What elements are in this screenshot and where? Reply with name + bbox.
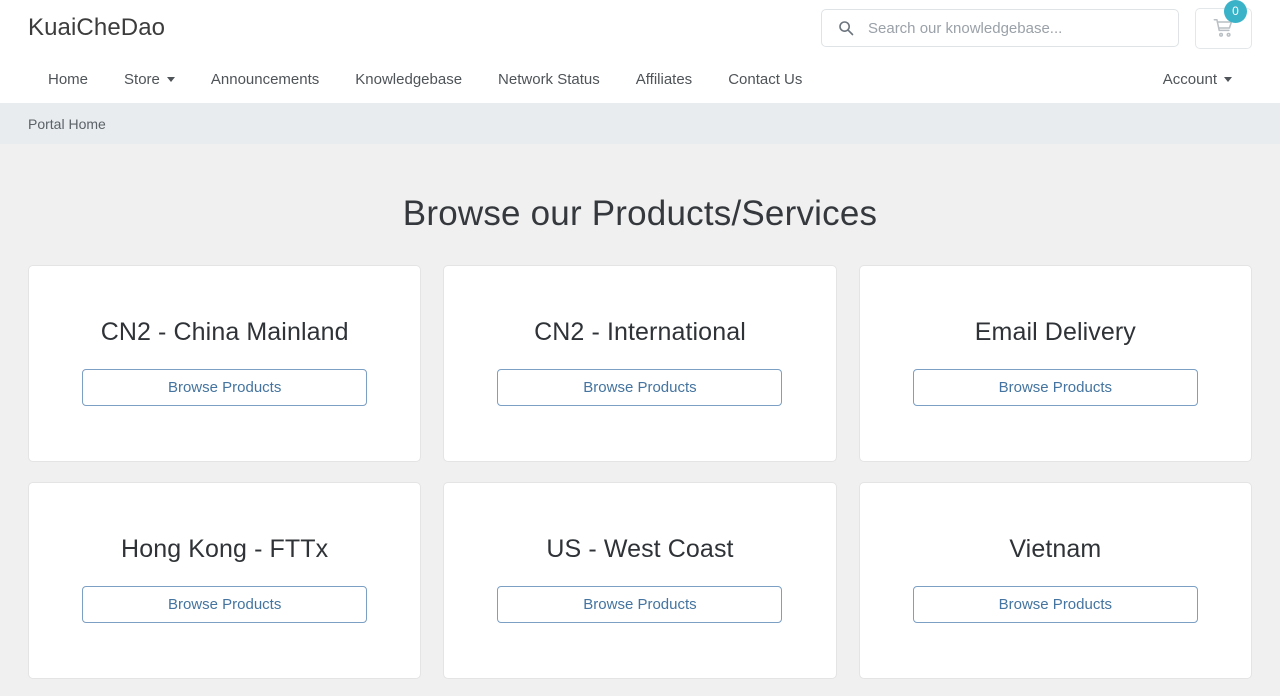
browse-products-button[interactable]: Browse Products — [82, 586, 367, 623]
chevron-down-icon — [1224, 77, 1232, 82]
product-card-title: US - West Coast — [546, 536, 733, 564]
nav-label-knowledgebase: Knowledgebase — [355, 71, 462, 88]
product-card-title: Email Delivery — [975, 319, 1136, 347]
nav-link-store[interactable]: Store — [106, 67, 193, 92]
product-card-title: Hong Kong - FTTx — [121, 536, 328, 564]
nav-link-network-status[interactable]: Network Status — [480, 67, 618, 92]
browse-products-button[interactable]: Browse Products — [497, 369, 782, 406]
nav-item-network-status: Network Status — [480, 67, 618, 92]
header-right-group: 0 — [821, 8, 1252, 49]
nav-link-affiliates[interactable]: Affiliates — [618, 67, 710, 92]
nav-link-announcements[interactable]: Announcements — [193, 67, 337, 92]
browse-products-button[interactable]: Browse Products — [913, 586, 1198, 623]
product-card-title: CN2 - International — [534, 319, 746, 347]
cart-button[interactable]: 0 — [1195, 8, 1252, 49]
browse-products-button[interactable]: Browse Products — [497, 586, 782, 623]
nav-label-affiliates: Affiliates — [636, 71, 692, 88]
product-card-title: CN2 - China Mainland — [101, 319, 349, 347]
brand-logo[interactable]: KuaiCheDao — [28, 16, 165, 40]
product-card[interactable]: Vietnam Browse Products — [859, 482, 1252, 679]
product-card[interactable]: Email Delivery Browse Products — [859, 265, 1252, 462]
nav-link-contact-us[interactable]: Contact Us — [710, 67, 820, 92]
nav-right-group: Account — [1145, 67, 1252, 92]
nav-list: Home Store Announcements Knowledgebase — [28, 67, 820, 92]
nav-label-contact-us: Contact Us — [728, 71, 802, 88]
chevron-down-icon — [167, 77, 175, 82]
nav-item-knowledgebase: Knowledgebase — [337, 67, 480, 92]
account-menu-label: Account — [1163, 71, 1217, 88]
nav-label-home: Home — [48, 71, 88, 88]
main-content: Browse our Products/Services CN2 - China… — [0, 194, 1280, 679]
nav-item-store: Store — [106, 67, 193, 92]
site-header: KuaiCheDao — [0, 0, 1280, 103]
nav-label-network-status: Network Status — [498, 71, 600, 88]
nav-link-knowledgebase[interactable]: Knowledgebase — [337, 67, 480, 92]
nav-link-home[interactable]: Home — [28, 67, 106, 92]
account-menu[interactable]: Account — [1145, 67, 1252, 92]
page-title: Browse our Products/Services — [28, 194, 1252, 234]
nav-item-home: Home — [28, 67, 106, 92]
product-card-title: Vietnam — [1009, 536, 1101, 564]
nav-item-announcements: Announcements — [193, 67, 337, 92]
search-input[interactable] — [821, 9, 1179, 47]
main-navigation: Home Store Announcements Knowledgebase — [0, 56, 1280, 103]
nav-item-contact-us: Contact Us — [710, 67, 820, 92]
breadcrumb-item-portal-home[interactable]: Portal Home — [28, 116, 106, 132]
product-card[interactable]: US - West Coast Browse Products — [443, 482, 836, 679]
product-card-grid: CN2 - China Mainland Browse Products CN2… — [28, 265, 1252, 679]
search-box — [821, 9, 1179, 47]
breadcrumb: Portal Home — [0, 103, 1280, 144]
browse-products-button[interactable]: Browse Products — [913, 369, 1198, 406]
product-card[interactable]: Hong Kong - FTTx Browse Products — [28, 482, 421, 679]
product-card[interactable]: CN2 - China Mainland Browse Products — [28, 265, 421, 462]
nav-label-store: Store — [124, 71, 160, 88]
cart-count-badge: 0 — [1224, 0, 1247, 23]
product-card[interactable]: CN2 - International Browse Products — [443, 265, 836, 462]
header-top-bar: KuaiCheDao — [0, 0, 1280, 56]
nav-label-announcements: Announcements — [211, 71, 319, 88]
nav-item-affiliates: Affiliates — [618, 67, 710, 92]
browse-products-button[interactable]: Browse Products — [82, 369, 367, 406]
